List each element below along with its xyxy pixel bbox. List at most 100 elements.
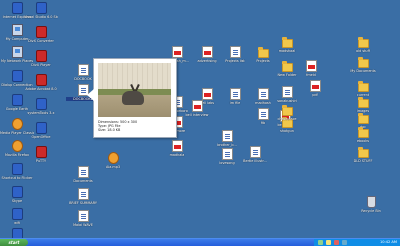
desktop-icon-acrobat-reader[interactable]: Adobe Acrobat 8.0 [24, 74, 58, 91]
desktop-icon-label: Malai WAVE [73, 223, 93, 227]
desktop-icon-visual-studio[interactable]: Visual Studio 6.0 Studio 6.0 [24, 2, 58, 19]
desktop-icon-documents[interactable]: Documents [66, 166, 100, 183]
app-icon [11, 163, 23, 175]
desktop-icon-bengali-brother[interactable]: brother_b... [210, 130, 244, 147]
desktop-icon-label: old stuff [356, 49, 370, 53]
folder-icon [357, 37, 369, 48]
desktop-icon-label: Adobe Acrobat 8.0 [25, 87, 57, 91]
bin-icon [366, 196, 376, 208]
volume-icon[interactable] [326, 240, 331, 245]
app-icon [35, 122, 47, 134]
pc-icon [11, 24, 23, 36]
network-icon[interactable] [318, 240, 323, 245]
red-icon [35, 26, 47, 38]
red-icon [35, 50, 47, 62]
folder-icon [281, 37, 293, 48]
pdf-icon [201, 88, 213, 100]
desktop-icon-shortcut-to-flicker[interactable]: Shortcut to Flicker [0, 163, 34, 180]
desktop-icon-label: PuTTY [35, 159, 47, 163]
desktop-icon-label: chaseplace [277, 117, 297, 121]
folder-icon [281, 105, 293, 116]
doc-icon [77, 210, 89, 222]
desktop-icon-recycle-bin[interactable]: Recycle Bin [354, 196, 388, 213]
app-icon [11, 2, 23, 14]
pdf-icon [171, 46, 183, 58]
desktop-icon-putty[interactable]: PuTTY [24, 146, 58, 163]
desktop-icon-brief-summary[interactable]: BRIEF SUMMARY [66, 188, 100, 205]
desktop [0, 0, 400, 238]
desktop-icon-label: BRIEF SUMMARY [69, 201, 97, 205]
pc-icon [11, 46, 23, 58]
desktop-icon-chaseplace[interactable]: chaseplace [270, 104, 304, 121]
desktop-icon-wifi[interactable]: wifi [0, 208, 34, 225]
folder-icon [357, 97, 369, 108]
desktop-icon-dc-converter[interactable]: DivX Converter [24, 26, 58, 43]
folder-icon [257, 47, 269, 58]
app-icon [11, 186, 23, 198]
red-icon [35, 74, 47, 86]
doc-icon [221, 148, 233, 160]
pdf-icon [191, 100, 203, 112]
folder-icon [357, 147, 369, 158]
tooltip-size: Size: 18.0 KB [98, 128, 121, 132]
desktop-icon-bell-interview[interactable]: bell interview [180, 100, 214, 117]
desktop-icon-malai-wave[interactable]: Malai WAVE [66, 210, 100, 227]
app-icon [11, 70, 23, 82]
desktop-icon-label: bell interview [185, 113, 209, 117]
doc-icon [249, 146, 261, 158]
preview-thumbnail [98, 63, 171, 117]
desktop-icon-label: sonabushiri [277, 99, 297, 103]
app-icon [35, 2, 47, 14]
desktop-icon-madshaal[interactable]: madshaal [270, 36, 304, 53]
desktop-icon-openoffice[interactable]: OpenOffice [24, 122, 58, 139]
desktop-icon-label: ebooks [356, 139, 370, 143]
folder-icon [357, 57, 369, 68]
doc-icon [221, 130, 233, 142]
folder-icon [281, 61, 293, 72]
doc-icon [281, 86, 293, 98]
folder-icon [357, 113, 369, 124]
desktop-icon-divx-player[interactable]: DivX Player [24, 50, 58, 67]
desktop-icon-label: Shortcut to Flicker [1, 176, 33, 180]
desktop-icon-pdf-1[interactable]: pdf [298, 80, 332, 97]
desktop-icon-label: fmeld [306, 73, 316, 77]
tray-icons [318, 240, 347, 245]
desktop-icon-label: systemTools 3.x [27, 111, 55, 115]
desktop-icon-label: Skype [11, 199, 23, 203]
desktop-icon-label: madshaal [278, 49, 296, 53]
desktop-icon-label: wifi [14, 221, 20, 225]
desktop-icon-label: shotgun [280, 129, 294, 133]
app-icon [11, 208, 23, 220]
desktop-icon-ebooks[interactable]: ebooks [346, 126, 380, 143]
red-icon [35, 146, 47, 158]
desktop-icon-skype[interactable]: Skype [0, 186, 34, 203]
tooltip-arrow [87, 89, 94, 101]
doc-icon [257, 108, 269, 120]
desktop-icon-fmeld[interactable]: fmeld [294, 60, 328, 77]
desktop-icon-my-documents[interactable]: My Documents [346, 56, 380, 73]
messenger-icon[interactable] [342, 240, 347, 245]
desktop-icon-systemtools[interactable]: systemTools 3.x [24, 98, 58, 115]
media-icon [11, 118, 23, 130]
desktop-icon-label: OpenOffice [31, 135, 51, 139]
doc-icon [77, 64, 89, 76]
desktop-icon-label: lovesong [219, 161, 235, 165]
desktop-icon-lovesong[interactable]: lovesong [210, 148, 244, 165]
folder-icon [357, 81, 369, 92]
doc-icon [77, 166, 89, 178]
desktop-icon-aia-mp3[interactable]: Aia.mp3 [96, 152, 130, 169]
desktop-icon-images[interactable]: images [346, 96, 380, 113]
desktop-icon-madhala[interactable]: madhala [160, 140, 194, 157]
doc-icon [77, 188, 89, 200]
desktop-icon-label: DivX Converter [28, 39, 54, 43]
desktop-icon-current[interactable]: current [346, 80, 380, 97]
pdf-icon [201, 46, 213, 58]
media-icon [107, 152, 119, 164]
antivirus-icon[interactable] [334, 240, 339, 245]
desktop-icon-dld-stuff[interactable]: DLD STUFF [346, 146, 380, 163]
pdf-icon [309, 80, 321, 92]
app-icon [11, 94, 23, 106]
media-icon [11, 140, 23, 152]
desktop-icon-label: Aia.mp3 [105, 165, 121, 169]
desktop-icon-old-stuff[interactable]: old stuff [346, 36, 380, 53]
